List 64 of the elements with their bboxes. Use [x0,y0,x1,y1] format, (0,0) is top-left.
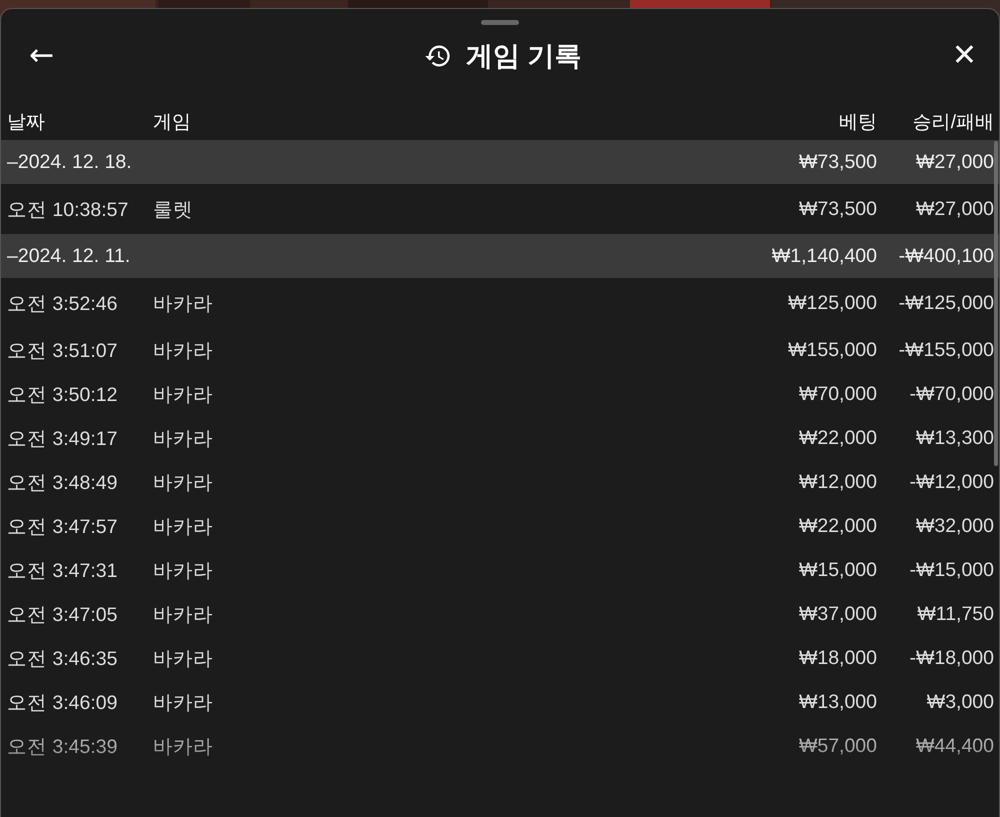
group-date: –2024. 12. 18. [7,150,133,174]
bet-cell-text: ₩37,000 [798,602,877,626]
date-group-row[interactable]: –2024. 12. 18. ₩73,500 ₩27,000 [1,140,999,184]
time-cell-text: 오전 3:46:09 [7,690,118,716]
game-cell-text: 바카라 [153,514,214,540]
game-cell-text: 바카라 [153,646,214,672]
result-cell-text: ₩27,000 [914,150,994,174]
bet-cell-text: ₩73,500 [798,198,877,220]
game-cell-text: 바카라 [153,338,214,364]
result-cell-text: ₩13,300 [914,426,994,450]
bet-cell-text: ₩125,000 [787,292,877,314]
result-cell-text: ₩27,000 [914,198,994,220]
drag-handle[interactable] [481,20,519,25]
result-cell-text: ₩32,000 [914,514,994,538]
result-cell-text: -₩400,100 [898,244,994,268]
bet-cell-text: ₩57,000 [798,734,877,758]
time-cell-text: 오전 3:49:17 [7,426,118,452]
time-cell-text: 오전 3:46:35 [7,646,118,672]
time-cell-text: 오전 3:48:49 [7,470,118,496]
bet-cell-text: ₩15,000 [798,558,877,582]
game-cell-text: 바카라 [153,558,214,584]
bet-cell-text: ₩22,000 [798,426,877,450]
game-cell-text: 룰렛 [153,198,194,222]
time-cell-text: 오전 3:47:31 [7,558,118,584]
column-header: 베팅 [838,111,877,135]
game-cell-text: 바카라 [153,470,214,496]
column-header: 날짜 [7,111,46,135]
game-cell-text: 바카라 [153,426,214,452]
result-cell-text: -₩12,000 [908,470,994,494]
game-cell-text: 바카라 [153,382,214,408]
time-cell-text: 오전 10:38:57 [7,198,130,222]
time-cell-text: 오전 3:50:12 [7,382,118,408]
bet-cell-text: ₩13,000 [798,690,877,714]
bet-cell-text: ₩155,000 [787,338,877,362]
bet-cell-text: ₩12,000 [798,470,877,494]
result-cell-text: -₩15,000 [908,558,994,582]
bet-cell-text: ₩22,000 [798,514,877,538]
result-cell-text: -₩18,000 [908,646,994,670]
time-cell-text: 오전 3:47:57 [7,514,118,540]
window-title: 게임 기록 [466,40,582,73]
date-group-row[interactable]: –2024. 12. 11. ₩1,140,400 -₩400,100 [1,234,999,278]
time-cell-text: 오전 3:51:07 [7,338,118,364]
time-cell-text: 오전 3:52:46 [7,292,118,316]
bet-cell-text: ₩18,000 [798,646,877,670]
group-date: –2024. 12. 11. [7,244,132,268]
game-cell-text: 바카라 [153,602,214,628]
time-cell-text: 오전 3:47:05 [7,602,118,628]
result-cell-text: -₩70,000 [908,382,994,406]
bet-cell-text: ₩70,000 [798,382,877,406]
close-button[interactable]: ✕ [952,41,977,71]
result-cell-text: -₩125,000 [898,292,994,314]
column-header: 승리/패배 [912,111,994,135]
result-cell-text: ₩3,000 [926,690,994,714]
bet-cell-text: ₩1,140,400 [770,244,877,268]
bet-cell-text: ₩73,500 [798,150,877,174]
result-cell-text: ₩11,750 [916,602,994,626]
game-cell-text: 바카라 [153,734,214,760]
time-cell-text: 오전 3:45:39 [7,734,118,760]
back-button[interactable]: ← [29,41,54,71]
game-cell-text: 바카라 [153,690,214,716]
game-cell-text: 바카라 [153,292,214,316]
column-header: 게임 [153,111,192,135]
result-cell-text: -₩155,000 [898,338,994,362]
result-cell-text: ₩44,400 [914,734,994,758]
